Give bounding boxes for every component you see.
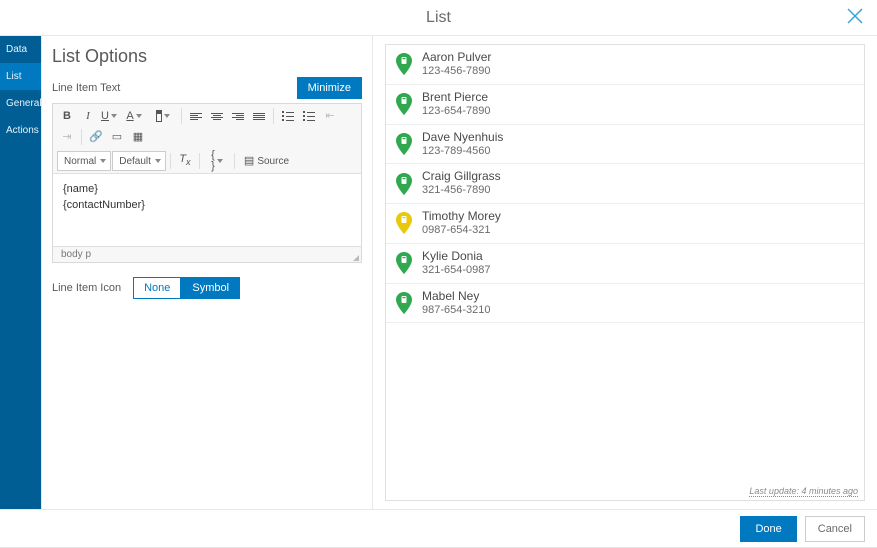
list-item-name: Brent Pierce	[422, 90, 491, 105]
underline-icon: U	[101, 111, 109, 122]
italic-button[interactable]: I	[78, 106, 98, 126]
list-item[interactable]: Brent Pierce 123-654-7890	[386, 85, 864, 125]
align-justify-button[interactable]	[249, 106, 269, 126]
field-insert-button[interactable]: { }	[204, 151, 230, 171]
list-item[interactable]: Mabel Ney 987-654-3210	[386, 284, 864, 324]
preview-panel: Aaron Pulver 123-456-7890 Brent Pierce 1…	[373, 36, 877, 509]
align-center-icon	[211, 113, 223, 120]
image-button[interactable]: ▭	[107, 127, 127, 147]
font-select[interactable]: Default	[112, 151, 166, 171]
link-button[interactable]: 🔗	[86, 127, 106, 147]
numbered-list-button[interactable]	[278, 106, 298, 126]
text-color-button[interactable]: A	[120, 106, 148, 126]
preview-list: Aaron Pulver 123-456-7890 Brent Pierce 1…	[385, 44, 865, 501]
field-insert-icon: { }	[211, 150, 215, 172]
sidenav-item-data[interactable]: Data	[0, 36, 41, 63]
marker-icon	[396, 212, 412, 234]
minimize-button[interactable]: Minimize	[297, 77, 362, 99]
clear-format-button[interactable]: Tx	[175, 151, 195, 171]
outdent-icon: ⇤	[325, 111, 334, 122]
table-button[interactable]: ▦	[128, 127, 148, 147]
bg-color-button[interactable]	[149, 106, 177, 126]
list-item[interactable]: Craig Gillgrass 321-456-7890	[386, 164, 864, 204]
list-item-name: Dave Nyenhuis	[422, 130, 503, 145]
format-select[interactable]: Normal	[57, 151, 111, 171]
list-item-phone: 0987-654-321	[422, 224, 501, 238]
editor-element-path: body p	[53, 246, 361, 262]
editor-content[interactable]: {name} {contactNumber}	[53, 174, 361, 246]
marker-icon	[396, 133, 412, 155]
sidenav-item-list[interactable]: List	[0, 63, 41, 90]
list-item-phone: 123-654-7890	[422, 105, 491, 119]
line-item-text-label: Line Item Text	[52, 82, 120, 94]
list-item-phone: 123-456-7890	[422, 65, 491, 79]
list-item-phone: 987-654-3210	[422, 304, 491, 318]
list-item[interactable]: Dave Nyenhuis 123-789-4560	[386, 125, 864, 165]
indent-icon: ⇥	[62, 132, 71, 143]
list-item[interactable]: Timothy Morey 0987-654-321	[386, 204, 864, 244]
marker-icon	[396, 93, 412, 115]
done-button[interactable]: Done	[740, 516, 796, 542]
clear-format-icon: Tx	[179, 154, 190, 167]
bold-button[interactable]: B	[57, 106, 77, 126]
close-icon	[845, 6, 865, 26]
list-item-name: Kylie Donia	[422, 249, 491, 264]
outdent-button[interactable]: ⇤	[320, 106, 340, 126]
config-panel: List Options Line Item Text Minimize B I…	[41, 36, 373, 509]
align-right-icon	[232, 113, 244, 120]
dialog-footer: Done Cancel	[0, 509, 877, 547]
bulleted-list-icon	[303, 111, 315, 121]
list-item-name: Aaron Pulver	[422, 50, 491, 65]
bulleted-list-button[interactable]	[299, 106, 319, 126]
dialog-title: List	[426, 9, 451, 27]
preview-last-update: Last update: 4 minutes ago	[386, 482, 864, 500]
align-right-button[interactable]	[228, 106, 248, 126]
list-item-name: Timothy Morey	[422, 209, 501, 224]
list-item-phone: 321-456-7890	[422, 184, 501, 198]
bold-icon: B	[63, 111, 71, 122]
icon-option-none[interactable]: None	[133, 277, 181, 299]
underline-button[interactable]: U	[99, 106, 119, 126]
align-center-button[interactable]	[207, 106, 227, 126]
panel-title: List Options	[52, 46, 362, 67]
icon-option-symbol[interactable]: Symbol	[181, 277, 240, 299]
align-left-button[interactable]	[186, 106, 206, 126]
indent-button[interactable]: ⇥	[57, 127, 77, 147]
close-button[interactable]	[845, 6, 865, 29]
sidenav-item-general[interactable]: General	[0, 90, 41, 117]
marker-icon	[396, 252, 412, 274]
marker-icon	[396, 173, 412, 195]
sidenav-item-actions[interactable]: Actions	[0, 117, 41, 144]
editor-toolbar: B I U A ⇤ ⇥	[53, 104, 361, 174]
icon-segmented-control: None Symbol	[133, 277, 240, 299]
side-nav: Data List General Actions	[0, 36, 41, 509]
text-color-icon: A	[126, 111, 133, 122]
rich-text-editor: B I U A ⇤ ⇥	[52, 103, 362, 263]
list-item-phone: 321-654-0987	[422, 264, 491, 278]
list-item[interactable]: Aaron Pulver 123-456-7890	[386, 45, 864, 85]
list-item-phone: 123-789-4560	[422, 145, 503, 159]
table-icon: ▦	[133, 132, 143, 143]
source-icon: ▤	[244, 156, 254, 167]
marker-icon	[396, 292, 412, 314]
bg-color-icon	[156, 110, 162, 122]
link-icon: 🔗	[89, 132, 103, 143]
marker-icon	[396, 53, 412, 75]
align-left-icon	[190, 113, 202, 120]
italic-icon: I	[86, 111, 90, 122]
dialog-header: List	[0, 0, 877, 36]
list-item-name: Craig Gillgrass	[422, 169, 501, 184]
align-justify-icon	[253, 113, 265, 120]
list-item[interactable]: Kylie Donia 321-654-0987	[386, 244, 864, 284]
line-item-icon-label: Line Item Icon	[52, 282, 121, 294]
numbered-list-icon	[282, 111, 294, 121]
source-button[interactable]: ▤Source	[239, 151, 294, 171]
cancel-button[interactable]: Cancel	[805, 516, 865, 542]
resize-handle[interactable]	[353, 255, 359, 261]
list-item-name: Mabel Ney	[422, 289, 491, 304]
image-icon: ▭	[112, 132, 122, 143]
